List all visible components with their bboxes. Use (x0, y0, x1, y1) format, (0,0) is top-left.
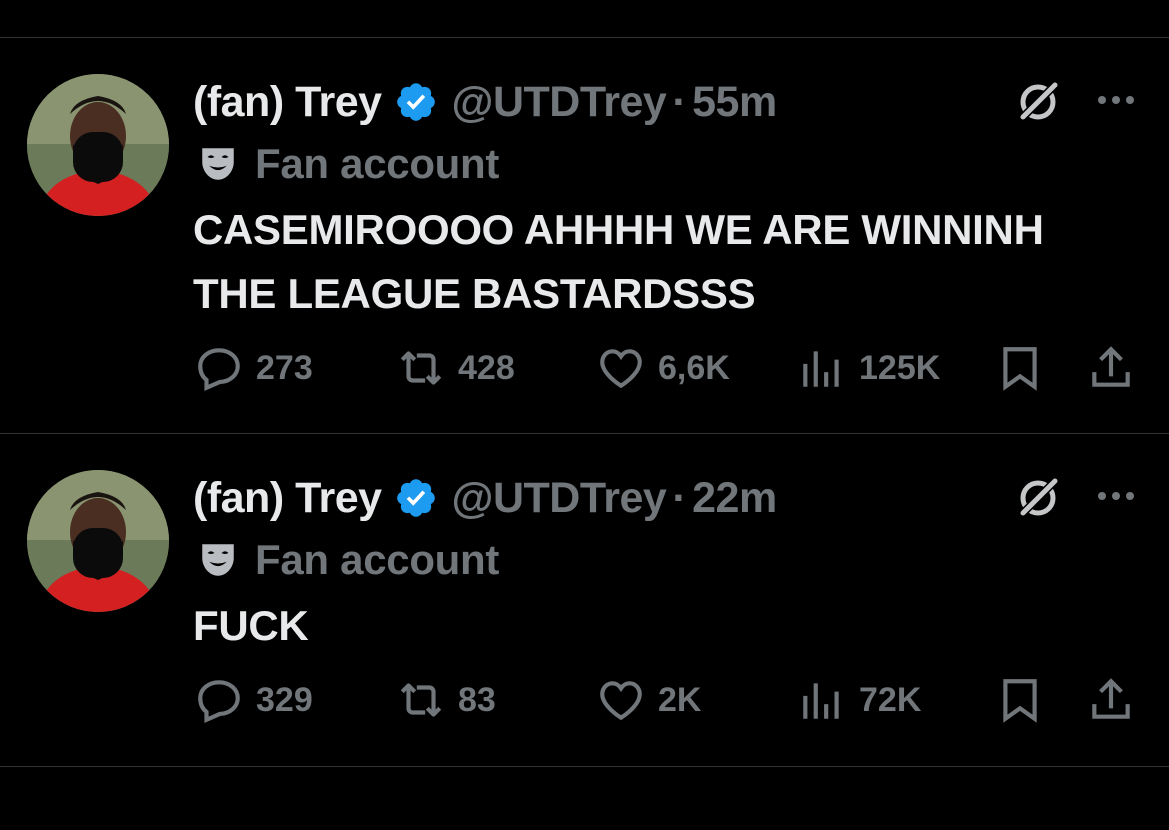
like-count: 2K (658, 680, 702, 719)
reply-icon (198, 348, 240, 391)
more-icon[interactable] (1094, 90, 1138, 110)
avatar-image (27, 470, 169, 612)
like-count: 6,6K (658, 348, 730, 387)
separator-dot: · (672, 77, 687, 126)
fan-account-label: Fan account (197, 136, 499, 192)
repost-button[interactable]: 83 (396, 670, 496, 730)
share-icon[interactable] (1086, 675, 1136, 725)
like-button[interactable]: 2K (596, 670, 701, 730)
reply-button[interactable]: 273 (194, 338, 313, 398)
reply-icon (198, 680, 240, 723)
views-icon (803, 351, 839, 387)
author-handle[interactable]: @UTDTrey (452, 78, 667, 127)
tweet[interactable]: (fan) Trey @UTDTrey · 55m Fan account CA… (0, 38, 1169, 434)
timestamp[interactable]: 22m (692, 474, 777, 523)
tweet-actions: 329 83 2K 72K (0, 670, 1169, 730)
tweet[interactable]: (fan) Trey @UTDTrey · 22m Fan account FU… (0, 434, 1169, 830)
repost-count: 428 (458, 348, 515, 387)
theater-mask-icon (202, 148, 234, 180)
share-icon[interactable] (1086, 343, 1136, 393)
theater-mask-icon (202, 544, 234, 576)
separator-dot: · (672, 473, 687, 522)
avatar-image (27, 74, 169, 216)
author-name[interactable]: (fan) Trey (193, 474, 382, 523)
like-icon (600, 349, 642, 389)
tweet-text: FUCK (193, 602, 309, 649)
bottom-divider (0, 766, 1169, 767)
fan-account-label: Fan account (197, 532, 499, 588)
reply-count: 329 (256, 680, 313, 719)
like-icon (600, 681, 642, 721)
repost-icon (400, 683, 442, 717)
views-button[interactable]: 125K (797, 338, 940, 398)
views-button[interactable]: 72K (797, 670, 921, 730)
repost-button[interactable]: 428 (396, 338, 515, 398)
bookmark-icon[interactable] (995, 343, 1045, 393)
repost-icon (400, 351, 442, 385)
tweet-actions: 273 428 6,6K 125K (0, 338, 1169, 398)
tweet-header: (fan) Trey @UTDTrey · 22m (193, 468, 777, 528)
timestamp[interactable]: 55m (692, 78, 777, 127)
verified-badge-icon[interactable] (394, 80, 438, 124)
fan-account-text: Fan account (255, 536, 500, 583)
bookmark-icon[interactable] (995, 675, 1045, 725)
tweet-text: CASEMIROOOO AHHHH WE ARE WINNINH THE LEA… (193, 206, 1044, 317)
avatar[interactable] (27, 470, 169, 612)
author-name[interactable]: (fan) Trey (193, 78, 382, 127)
repost-count: 83 (458, 680, 496, 719)
reply-button[interactable]: 329 (194, 670, 313, 730)
reply-count: 273 (256, 348, 313, 387)
verified-badge-icon[interactable] (394, 476, 438, 520)
more-icon[interactable] (1094, 486, 1138, 506)
view-count: 125K (859, 348, 941, 387)
author-handle[interactable]: @UTDTrey (452, 474, 667, 523)
like-button[interactable]: 6,6K (596, 338, 730, 398)
tweet-header: (fan) Trey @UTDTrey · 55m (193, 72, 777, 132)
view-count: 72K (859, 680, 922, 719)
fan-account-text: Fan account (255, 140, 500, 187)
avatar[interactable] (27, 74, 169, 216)
grok-icon[interactable] (1016, 474, 1062, 520)
grok-icon[interactable] (1016, 78, 1062, 124)
views-icon (803, 683, 839, 719)
